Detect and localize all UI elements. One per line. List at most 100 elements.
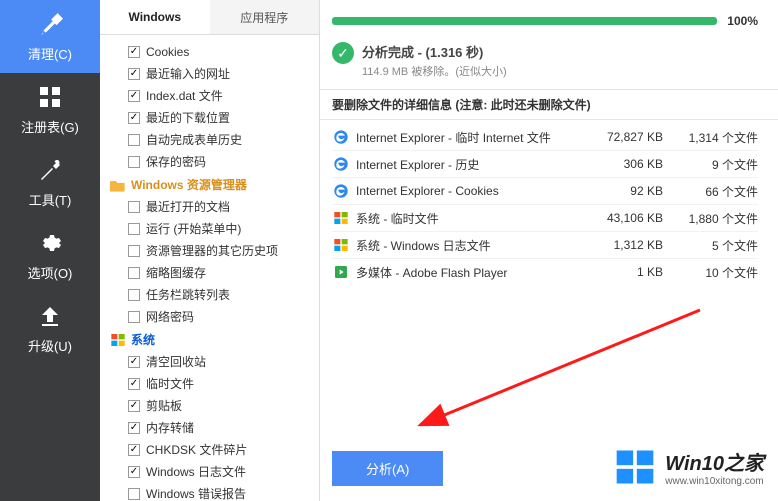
tree-item[interactable]: 保存的密码: [100, 151, 319, 173]
tree-item[interactable]: CHKDSK 文件碎片: [100, 439, 319, 461]
tree-item-label: Windows 日志文件: [146, 463, 246, 481]
sidebar-item-options[interactable]: 选项(O): [0, 219, 100, 292]
detail-header: 要删除文件的详细信息 (注意: 此时还未删除文件): [320, 89, 778, 120]
checkbox[interactable]: [128, 90, 140, 102]
result-size: 1,312 KB: [588, 238, 673, 252]
tree-item-label: Index.dat 文件: [146, 87, 223, 105]
sidebar-label: 注册表(G): [21, 117, 79, 136]
checkbox[interactable]: [128, 201, 140, 213]
tree-tabs: Windows 应用程序: [100, 0, 319, 35]
sidebar-item-upgrade[interactable]: 升级(U): [0, 292, 100, 365]
result-row[interactable]: 系统 - Windows 日志文件1,312 KB5 个文件: [332, 232, 758, 259]
grid-icon: [36, 83, 64, 111]
sidebar-label: 工具(T): [29, 190, 72, 209]
sidebar: 清理(C) 注册表(G) 工具(T) 选项(O) 升级(U): [0, 0, 100, 501]
result-row[interactable]: Internet Explorer - 历史306 KB9 个文件: [332, 151, 758, 178]
checkbox[interactable]: [128, 311, 140, 323]
result-row[interactable]: Internet Explorer - 临时 Internet 文件72,827…: [332, 124, 758, 151]
tree-item-label: 缩略图缓存: [146, 264, 206, 282]
checkbox[interactable]: [128, 156, 140, 168]
tree-item[interactable]: 最近输入的网址: [100, 63, 319, 85]
checkbox[interactable]: [128, 68, 140, 80]
result-files: 66 个文件: [673, 183, 758, 200]
analyze-button[interactable]: 分析(A): [332, 451, 443, 486]
tree-item-label: 自动完成表单历史: [146, 131, 242, 149]
status-subtitle: 114.9 MB 被移除。(近似大小): [362, 63, 507, 79]
tree-item[interactable]: 资源管理器的其它历史项: [100, 240, 319, 262]
tree-item[interactable]: 运行 (开始菜单中): [100, 218, 319, 240]
checkbox[interactable]: [128, 422, 140, 434]
win-icon: [332, 236, 350, 254]
tree-item[interactable]: 网络密码: [100, 306, 319, 328]
result-row[interactable]: 多媒体 - Adobe Flash Player1 KB10 个文件: [332, 259, 758, 285]
tree-item-label: 网络密码: [146, 308, 194, 326]
result-files: 1,880 个文件: [673, 210, 758, 227]
sidebar-item-registry[interactable]: 注册表(G): [0, 73, 100, 146]
checkbox[interactable]: [128, 245, 140, 257]
tree-item-label: 剪贴板: [146, 397, 182, 415]
checkbox[interactable]: [128, 112, 140, 124]
tree-item[interactable]: 剪贴板: [100, 395, 319, 417]
checkbox[interactable]: [128, 46, 140, 58]
result-size: 92 KB: [588, 184, 673, 198]
result-files: 1,314 个文件: [673, 129, 758, 146]
tree-item-label: 保存的密码: [146, 153, 206, 171]
checkbox[interactable]: [128, 466, 140, 478]
checkbox[interactable]: [128, 356, 140, 368]
gear-icon: [36, 229, 64, 257]
tree-tab-windows[interactable]: Windows: [100, 0, 210, 34]
tree-item[interactable]: Windows 日志文件: [100, 461, 319, 483]
system-icon: [110, 332, 126, 348]
result-name: Internet Explorer - 临时 Internet 文件: [356, 129, 588, 146]
tree-item-label: 最近输入的网址: [146, 65, 230, 83]
ie-icon: [332, 182, 350, 200]
tree-item[interactable]: 最近的下载位置: [100, 107, 319, 129]
sidebar-label: 清理(C): [28, 44, 72, 63]
checkbox[interactable]: [128, 267, 140, 279]
tree-item[interactable]: 缩略图缓存: [100, 262, 319, 284]
result-size: 306 KB: [588, 157, 673, 171]
checkbox[interactable]: [128, 400, 140, 412]
check-icon: ✓: [332, 42, 354, 64]
sidebar-item-clean[interactable]: 清理(C): [0, 0, 100, 73]
result-row[interactable]: 系统 - 临时文件43,106 KB1,880 个文件: [332, 205, 758, 232]
result-size: 1 KB: [588, 265, 673, 279]
tree-item[interactable]: 最近打开的文档: [100, 196, 319, 218]
result-files: 9 个文件: [673, 156, 758, 173]
broom-icon: [36, 10, 64, 38]
result-list: Internet Explorer - 临时 Internet 文件72,827…: [320, 120, 778, 289]
sidebar-label: 升级(U): [28, 336, 72, 355]
tree-item-label: 任务栏跳转列表: [146, 286, 230, 304]
status-title: 分析完成 - (1.316 秒): [362, 42, 507, 61]
result-name: 系统 - Windows 日志文件: [356, 237, 588, 254]
checkbox[interactable]: [128, 444, 140, 456]
ie-icon: [332, 155, 350, 173]
checkbox[interactable]: [128, 223, 140, 235]
explorer-icon: [110, 177, 126, 193]
result-name: 系统 - 临时文件: [356, 210, 588, 227]
tree-item[interactable]: Index.dat 文件: [100, 85, 319, 107]
tree-item-label: 临时文件: [146, 375, 194, 393]
checkbox[interactable]: [128, 488, 140, 500]
wrench-icon: [36, 156, 64, 184]
tree-item[interactable]: 临时文件: [100, 373, 319, 395]
tree-item[interactable]: 任务栏跳转列表: [100, 284, 319, 306]
sidebar-item-tools[interactable]: 工具(T): [0, 146, 100, 219]
tree-group-header[interactable]: Windows 资源管理器: [100, 173, 319, 196]
tree-item-label: 运行 (开始菜单中): [146, 220, 241, 238]
tree-item[interactable]: Cookies: [100, 41, 319, 63]
checkbox[interactable]: [128, 289, 140, 301]
checkbox[interactable]: [128, 378, 140, 390]
tree-item[interactable]: Windows 错误报告: [100, 483, 319, 501]
tree-group-header[interactable]: 系统: [100, 328, 319, 351]
tree-item[interactable]: 自动完成表单历史: [100, 129, 319, 151]
tree-item[interactable]: 内存转储: [100, 417, 319, 439]
result-row[interactable]: Internet Explorer - Cookies92 KB66 个文件: [332, 178, 758, 205]
result-size: 72,827 KB: [588, 130, 673, 144]
tree-tab-apps[interactable]: 应用程序: [210, 0, 320, 34]
up-arrow-icon: [36, 302, 64, 330]
tree-item[interactable]: 清空回收站: [100, 351, 319, 373]
checkbox[interactable]: [128, 134, 140, 146]
tree-item-label: Cookies: [146, 43, 189, 61]
result-name: Internet Explorer - 历史: [356, 156, 588, 173]
